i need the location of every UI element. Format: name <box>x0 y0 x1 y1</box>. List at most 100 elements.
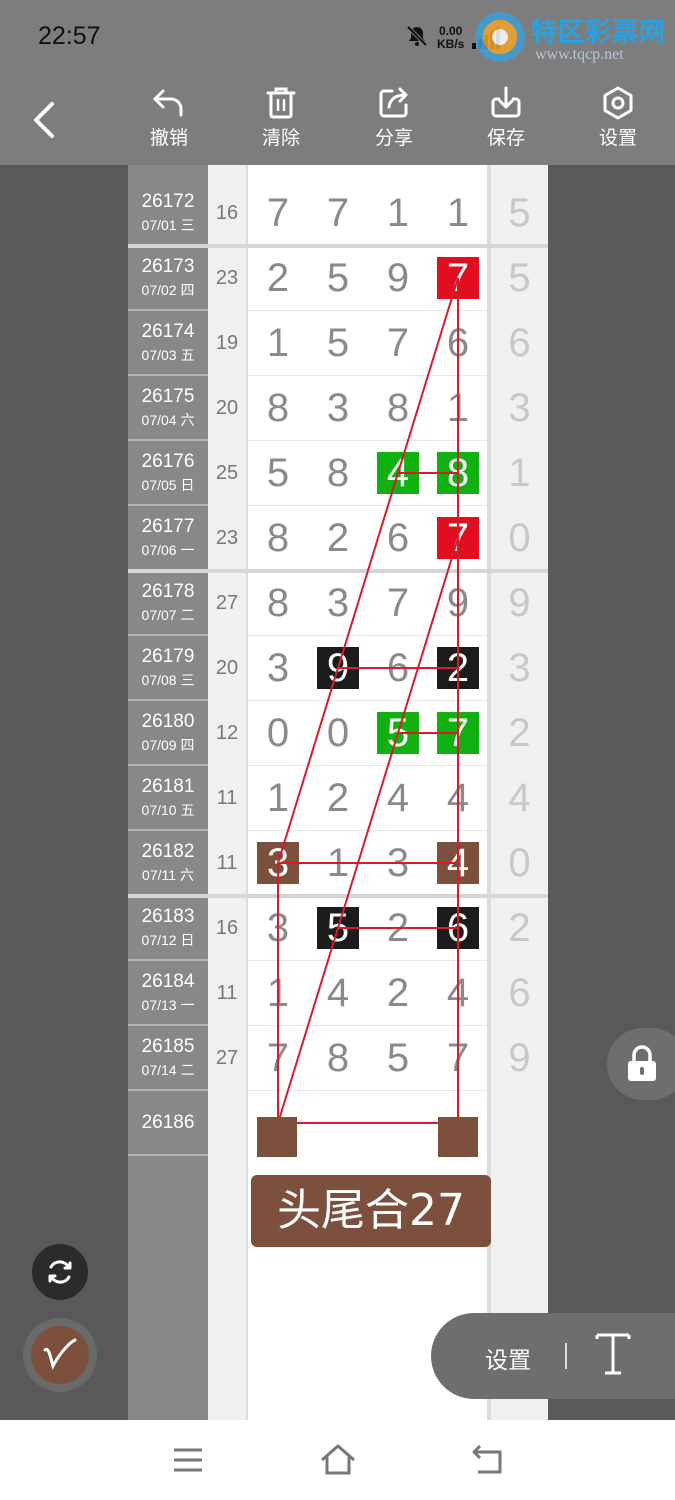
draw-row: 26172 07/01 三 16 7 7 1 1 5 <box>128 181 548 246</box>
digit-value: 9 <box>446 581 470 625</box>
digit-cell: 1 <box>308 831 368 896</box>
issue-number: 26177 <box>141 516 195 537</box>
issue-number: 26172 <box>141 191 195 212</box>
download-icon <box>491 86 521 118</box>
draw-row: 26175 07/04 六 20 8 3 8 1 3 <box>128 376 548 441</box>
digit-cell: 4 <box>368 766 428 831</box>
issue-cell: 26177 07/06 一 <box>128 506 208 571</box>
next-issue-row: 26186 <box>128 1091 548 1156</box>
digit-cell: 0 <box>248 701 308 766</box>
share-button[interactable]: 分享 <box>354 85 434 161</box>
digit-value: 6 <box>446 321 470 365</box>
highlighted-digit: 9 <box>317 647 359 690</box>
digit-cell: 8 <box>248 506 308 571</box>
back-arrow-icon <box>34 102 54 138</box>
digit-value: 1 <box>386 191 410 235</box>
back-button[interactable] <box>22 97 68 143</box>
tail-cell: 9 <box>508 1036 531 1080</box>
digit-cell: 4 <box>308 961 368 1026</box>
issue-number: 26183 <box>141 906 195 927</box>
clear-label: 清除 <box>261 128 300 149</box>
digit-value: 3 <box>266 646 290 690</box>
highlighted-digit: 8 <box>437 452 479 495</box>
prediction-box-head <box>257 1117 297 1157</box>
digit-value: 5 <box>266 451 290 495</box>
digit-cell: 4 <box>368 441 428 506</box>
undo-label: 撤销 <box>149 128 188 149</box>
digit-cell: 8 <box>368 376 428 441</box>
watermark-url: www.tqcp.net <box>535 46 624 63</box>
digit-cell: 2 <box>248 246 308 311</box>
issue-number: 26185 <box>141 1036 195 1057</box>
digit-cell: 9 <box>308 636 368 701</box>
lock-button[interactable] <box>607 1028 675 1100</box>
text-tool-icon[interactable] <box>591 1329 635 1384</box>
clear-button[interactable]: 清除 <box>241 85 321 161</box>
sum-cell: 12 <box>215 722 239 744</box>
return-icon <box>472 1444 502 1474</box>
digit-value: 2 <box>386 971 410 1015</box>
digit-value: 8 <box>386 386 410 430</box>
pen-color-button[interactable] <box>23 1318 97 1392</box>
rotate-icon <box>48 1260 72 1284</box>
digit-cell: 1 <box>428 181 488 246</box>
trash-icon <box>266 87 296 119</box>
digit-value: 3 <box>386 841 410 885</box>
digit-cell: 6 <box>428 896 488 961</box>
digit-value: 5 <box>386 1036 410 1080</box>
issue-date: 07/09 四 <box>141 737 195 753</box>
undo-button[interactable]: 撤销 <box>129 85 209 161</box>
pen-stroke-icon <box>43 1338 77 1370</box>
issue-cell: 26175 07/04 六 <box>128 376 208 441</box>
issue-date: 07/14 二 <box>141 1062 195 1078</box>
digit-cell: 9 <box>368 246 428 311</box>
digit-value: 7 <box>266 1036 290 1080</box>
digit-cell: 1 <box>428 376 488 441</box>
digit-cell: 9 <box>428 571 488 636</box>
tail-cell: 4 <box>508 776 531 820</box>
home-icon <box>321 1444 355 1475</box>
issue-cell: 26174 07/03 五 <box>128 311 208 376</box>
digit-value: 7 <box>326 191 350 235</box>
digit-value: 8 <box>326 1036 350 1080</box>
home-nav-button[interactable] <box>318 1442 358 1478</box>
issue-number: 26175 <box>141 386 195 407</box>
draw-row: 26184 07/13 一 11 1 4 2 4 6 <box>128 961 548 1026</box>
highlighted-digit: 5 <box>317 907 359 950</box>
highlighted-digit: 7 <box>437 257 479 300</box>
digit-cell: 8 <box>248 571 308 636</box>
digit-cell: 6 <box>368 636 428 701</box>
rotate-button[interactable] <box>32 1244 88 1300</box>
digit-cell: 3 <box>248 831 308 896</box>
issue-cell: 26185 07/14 二 <box>128 1026 208 1091</box>
draw-row: 26182 07/11 六 11 3 1 3 4 0 <box>128 831 548 896</box>
draw-row: 26177 07/06 一 23 8 2 6 7 0 <box>128 506 548 571</box>
sum-cell: 11 <box>216 852 238 874</box>
text-settings-button[interactable]: 设置 <box>485 1341 531 1375</box>
back-nav-button[interactable] <box>468 1442 508 1478</box>
prediction-box-tail <box>438 1117 478 1157</box>
watermark-title: 特区彩票网 <box>531 17 667 47</box>
digit-value: 5 <box>326 321 350 365</box>
text-settings-panel: 设置 <box>431 1313 675 1399</box>
digit-value: 2 <box>326 516 350 560</box>
digit-cell: 8 <box>248 376 308 441</box>
digit-cell: 0 <box>308 701 368 766</box>
highlighted-digit: 7 <box>437 517 479 560</box>
tail-cell: 5 <box>508 256 531 300</box>
tail-cell: 2 <box>508 711 531 755</box>
digit-cell: 3 <box>248 636 308 701</box>
digit-cell: 3 <box>308 376 368 441</box>
mute-bell-icon <box>405 24 429 53</box>
settings-button[interactable]: 设置 <box>578 85 658 161</box>
draw-row: 26174 07/03 五 19 1 5 7 6 6 <box>128 311 548 376</box>
digit-value: 9 <box>386 256 410 300</box>
digit-cell: 7 <box>308 181 368 246</box>
undo-icon <box>153 89 183 117</box>
save-button[interactable]: 保存 <box>466 85 546 161</box>
digit-value: 4 <box>446 776 470 820</box>
digit-cell: 7 <box>428 506 488 571</box>
digit-value: 7 <box>386 321 410 365</box>
lock-icon <box>628 1045 656 1081</box>
menu-nav-button[interactable] <box>168 1442 208 1478</box>
